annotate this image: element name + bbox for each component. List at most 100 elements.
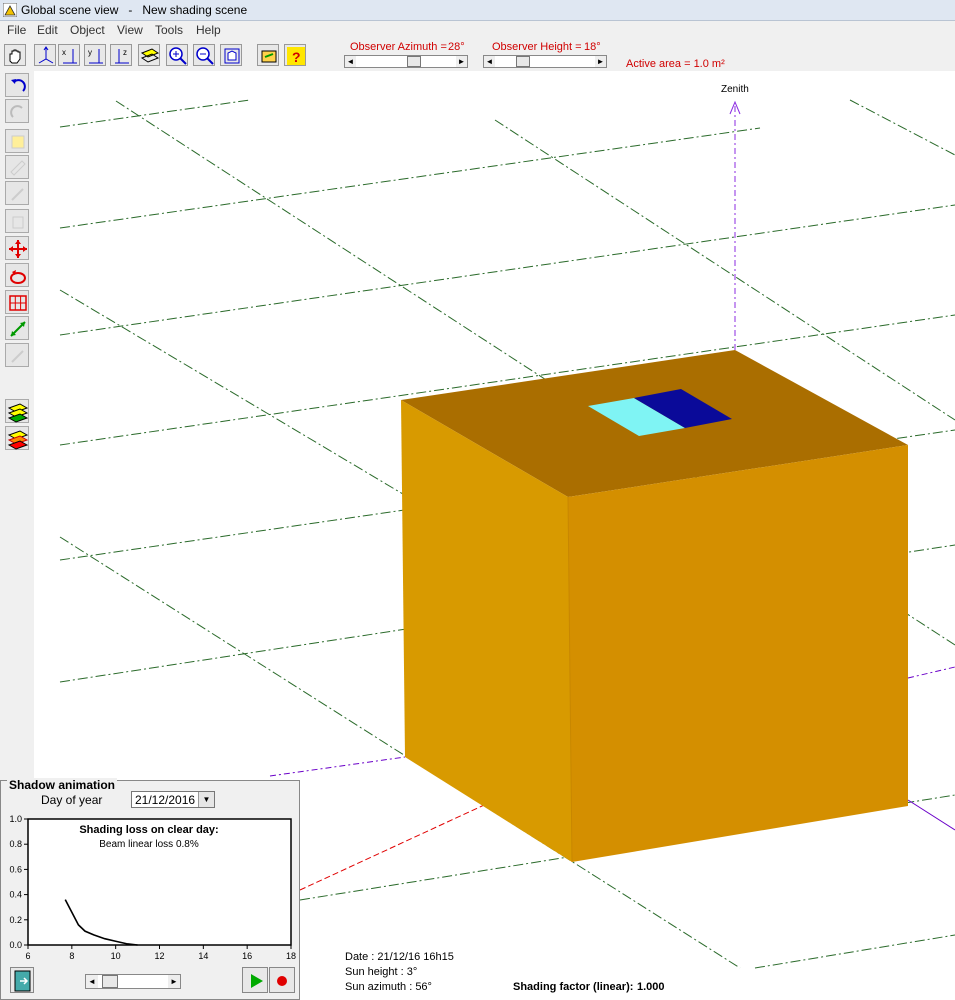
menu-file[interactable]: File [7,23,26,37]
grid-button[interactable] [5,290,29,314]
record-icon [277,976,287,986]
redo-button[interactable] [5,99,29,123]
pan-hand-button[interactable] [4,44,26,66]
move-button[interactable] [5,236,29,260]
menu-view[interactable]: View [117,23,143,37]
undo-button[interactable] [5,73,29,97]
svg-text:y: y [88,48,92,57]
status-sun-height: Sun height : 3° [345,966,418,978]
fit-view-icon [224,48,240,64]
delete-object-button[interactable] [5,209,29,233]
status-sun-azimuth: Sun azimuth : 56° [345,981,432,993]
x-tick-label: 6 [25,951,30,961]
x-tick-label: 10 [111,951,121,961]
slider-left-arrow-icon[interactable]: ◄ [345,56,356,67]
axis-z-icon: z [115,48,129,64]
rename-object-button[interactable] [5,181,29,205]
chart-subtitle: Beam linear loss 0.8% [99,839,199,850]
slider-left-arrow-icon[interactable]: ◄ [86,975,98,988]
azimuth-slider-thumb[interactable] [407,56,421,67]
menu-bar: File Edit Object View Tools Help [0,21,955,39]
x-tick-label: 12 [154,951,164,961]
measure-button[interactable] [5,316,29,340]
zoom-out-button[interactable] [193,44,215,66]
view-z-axis-button[interactable]: z [110,44,132,66]
menu-edit[interactable]: Edit [37,23,58,37]
layer-view-button[interactable] [5,399,29,423]
y-tick-label: 0.0 [9,940,22,950]
redo-icon [10,105,23,118]
view-x-axis-button[interactable]: x [58,44,80,66]
observer-azimuth-value: 28° [448,41,465,53]
menu-tools[interactable]: Tools [155,23,183,37]
delete-object-icon [12,216,24,229]
title-bar: Global scene view - New shading scene [0,0,955,21]
y-tick-label: 0.6 [9,864,22,874]
time-slider-thumb[interactable] [102,975,118,988]
view-y-axis-button[interactable]: y [84,44,106,66]
time-slider[interactable]: ◄ ► [85,974,181,989]
exit-button[interactable] [10,967,34,993]
svg-text:x: x [62,48,66,57]
menu-help[interactable]: Help [196,23,221,37]
y-tick-label: 0.4 [9,890,22,900]
zoom-out-icon [196,47,214,65]
svg-text:?: ? [292,49,301,65]
y-tick-label: 0.2 [9,915,22,925]
chevron-down-icon[interactable]: ▼ [198,792,214,807]
x-tick-label: 16 [242,951,252,961]
grid-icon [9,295,27,311]
date-select[interactable]: 21/12/2016 ▼ [131,791,215,808]
edit-object-button[interactable] [5,155,29,179]
box-right-face[interactable] [568,445,908,862]
zenith-label: Zenith [721,84,749,95]
y-tick-label: 1.0 [9,814,22,824]
observer-azimuth-slider[interactable]: ◄ ► [344,55,468,68]
observer-azimuth-label: Observer Azimuth = [350,41,447,53]
observer-height-label: Observer Height = [492,41,582,53]
window-title: Global scene view - New shading scene [21,3,248,17]
shadow-animation-title: Shadow animation [7,778,118,792]
undo-icon [11,79,26,92]
exit-door-icon [14,970,31,992]
slider-right-arrow-icon[interactable]: ► [456,56,467,67]
rotate-icon [10,270,26,284]
perspective-button[interactable] [138,44,160,66]
height-slider-thumb[interactable] [516,56,530,67]
export-icon [261,50,277,63]
shading-loss-chart: Shading loss on clear day: Beam linear l… [1,811,299,963]
export-button[interactable] [257,44,279,66]
help-button[interactable]: ? [284,44,306,66]
active-area-label: Active area = 1.0 m² [626,58,725,70]
record-button[interactable] [269,967,295,993]
new-object-icon [11,135,25,149]
chart-title: Shading loss on clear day: [79,824,218,836]
observer-height-slider[interactable]: ◄ ► [483,55,607,68]
slider-right-arrow-icon[interactable]: ► [595,56,606,67]
measure-line-icon [10,321,26,337]
slider-right-arrow-icon[interactable]: ► [168,975,180,988]
rotate-button[interactable] [5,263,29,287]
new-object-button[interactable] [5,129,29,153]
layers-icon [7,403,29,423]
layer-shadow-button[interactable] [5,426,29,450]
plane-layers-icon [140,48,160,63]
zoom-in-button[interactable] [166,44,188,66]
edit-object-icon [10,160,26,176]
observer-height-value: 18° [584,41,601,53]
status-date: Date : 21/12/16 16h15 [345,951,454,963]
zoom-in-icon [169,47,187,65]
x-tick-label: 14 [198,951,208,961]
play-button[interactable] [242,967,268,993]
axis-y-icon: y [88,48,103,64]
disabled-tool-button[interactable] [5,343,29,367]
view-3d-axes-button[interactable] [34,44,56,66]
disabled-tool-icon [11,350,24,363]
play-icon [251,974,263,988]
shading-factor-value: 1.000 [637,981,665,993]
menu-object[interactable]: Object [70,23,105,37]
toolbar: x y z ? Observer Azimuth = 28° ◄ ► Obser… [0,39,955,71]
axis-x-icon: x [62,48,77,64]
zoom-fit-button[interactable] [220,44,242,66]
slider-left-arrow-icon[interactable]: ◄ [484,56,495,67]
